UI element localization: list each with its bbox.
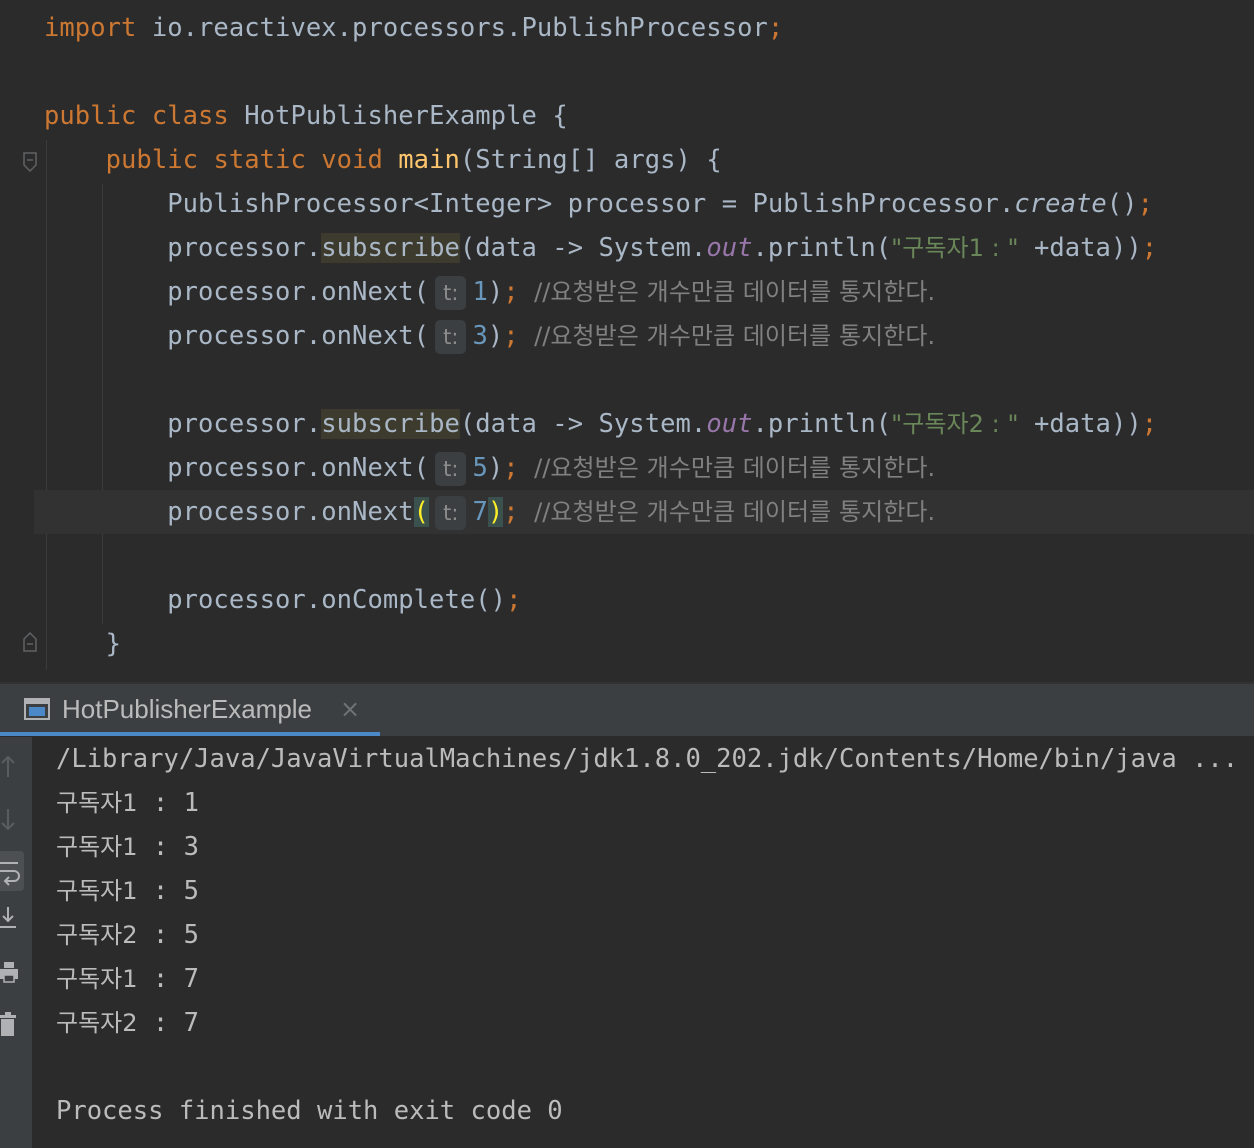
code-line-subscribe-1: processor.subscribe(data -> System.out.p…: [167, 233, 1158, 263]
console-output-line: 구독자1 : 5: [56, 876, 199, 906]
fold-collapse-icon[interactable]: [23, 152, 37, 172]
code-line-onnext-7: processor.onNext(t: 7); //요청받은 개수만큼 데이터를 …: [44, 490, 935, 534]
code-line-onnext-3: processor.onNext(t: 3); //요청받은 개수만큼 데이터를 …: [44, 314, 935, 358]
run-tab[interactable]: HotPublisherExample ×: [0, 684, 380, 736]
console-window-icon: [24, 696, 50, 722]
soft-wrap-icon[interactable]: [0, 851, 24, 891]
arrow-down-icon[interactable]: [0, 805, 24, 835]
scroll-to-end-icon[interactable]: [0, 903, 24, 933]
console-output-line: 구독자2 : 5: [56, 920, 199, 950]
print-icon[interactable]: [0, 957, 24, 987]
code-line-close-brace: }: [105, 629, 122, 659]
run-tabbar: HotPublisherExample ×: [0, 684, 1254, 737]
console-output-line: 구독자2 : 7: [56, 1008, 199, 1038]
fold-expand-icon[interactable]: [23, 632, 37, 652]
console-output-line: 구독자1 : 7: [56, 964, 199, 994]
console-output[interactable]: /Library/Java/JavaVirtualMachines/jdk1.8…: [0, 737, 1254, 1148]
trash-icon[interactable]: [0, 1009, 24, 1039]
code-line-import: import io.reactivex.processors.PublishPr…: [44, 13, 784, 43]
code-line-onnext-5: processor.onNext(t: 5); //요청받은 개수만큼 데이터를 …: [44, 446, 935, 490]
console-toolbar: [0, 737, 32, 1148]
parameter-hint: t:: [435, 452, 467, 486]
code-line-onnext-1: processor.onNext(t: 1); //요청받은 개수만큼 데이터를 …: [44, 270, 935, 314]
console-command-line: /Library/Java/JavaVirtualMachines/jdk1.8…: [56, 744, 1239, 774]
active-tab-indicator: [0, 732, 380, 736]
run-tab-label: HotPublisherExample: [62, 694, 313, 724]
code-line-oncomplete: processor.onComplete();: [167, 585, 522, 615]
code-editor[interactable]: import io.reactivex.processors.PublishPr…: [0, 0, 1254, 682]
code-line-main-decl: public static void main(String[] args) {: [105, 145, 722, 175]
code-line-processor-decl: PublishProcessor<Integer> processor = Pu…: [167, 189, 1153, 219]
close-tab-icon[interactable]: ×: [340, 684, 360, 734]
parameter-hint: t:: [435, 276, 467, 310]
parameter-hint: t:: [435, 320, 467, 354]
code-line-subscribe-2: processor.subscribe(data -> System.out.p…: [167, 409, 1158, 439]
code-line-class-decl: public class HotPublisherExample {: [44, 101, 568, 131]
arrow-up-icon[interactable]: [0, 751, 24, 781]
console-exit-message: Process finished with exit code 0: [56, 1096, 563, 1126]
console-output-line: 구독자1 : 3: [56, 832, 199, 862]
console-output-line: 구독자1 : 1: [56, 788, 199, 818]
editor-gutter: [0, 0, 44, 682]
parameter-hint: t:: [435, 496, 467, 530]
